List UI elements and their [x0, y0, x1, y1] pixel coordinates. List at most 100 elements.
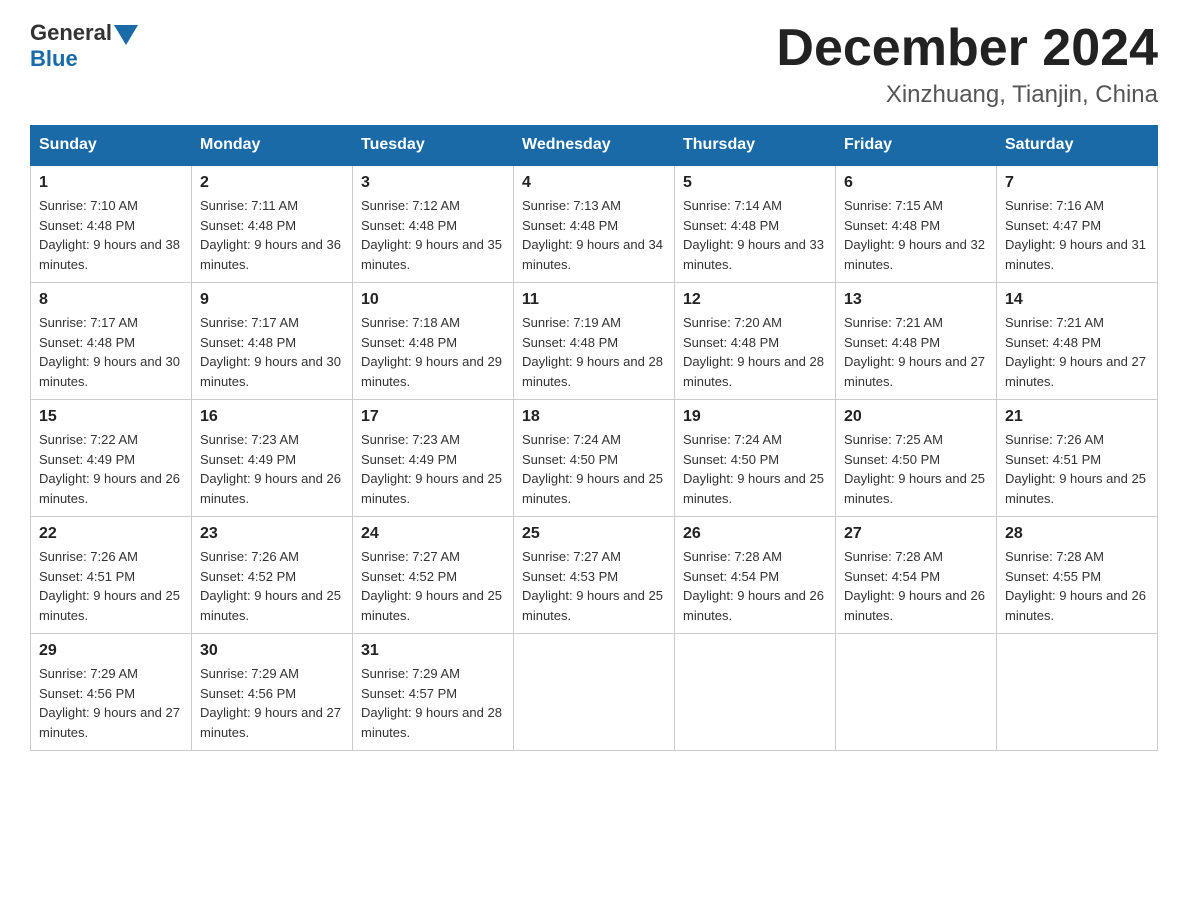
calendar-cell: 2 Sunrise: 7:11 AMSunset: 4:48 PMDaylight…	[192, 165, 353, 283]
day-number: 9	[200, 291, 344, 309]
day-info: Sunrise: 7:21 AMSunset: 4:48 PMDaylight:…	[1005, 313, 1149, 391]
calendar-cell: 13Sunrise: 7:21 AMSunset: 4:48 PMDayligh…	[836, 283, 997, 400]
day-number: 19	[683, 408, 827, 426]
day-info: Sunrise: 7:12 AMSunset: 4:48 PMDaylight:…	[361, 196, 505, 274]
day-number: 8	[39, 291, 183, 309]
calendar-cell: 18 Sunrise: 7:24 AMSunset: 4:50 PMDayligh…	[514, 400, 675, 517]
day-info: Sunrise: 7:26 AMSunset: 4:51 PMDaylight:…	[1005, 430, 1149, 508]
calendar-cell: 29 Sunrise: 7:29 AMSunset: 4:56 PMDayligh…	[31, 634, 192, 751]
day-info: Sunrise: 7:27 AMSunset: 4:53 PMDaylight:…	[522, 547, 666, 625]
weekday-header-sunday: Sunday	[31, 126, 192, 166]
calendar-cell: 31 Sunrise: 7:29 AMSunset: 4:57 PMDayligh…	[353, 634, 514, 751]
day-number: 23	[200, 525, 344, 543]
calendar-cell: 28 Sunrise: 7:28 AMSunset: 4:55 PMDayligh…	[997, 517, 1158, 634]
calendar-cell	[836, 634, 997, 751]
calendar-cell: 24 Sunrise: 7:27 AMSunset: 4:52 PMDayligh…	[353, 517, 514, 634]
logo-general-text: General	[30, 20, 112, 46]
day-number: 1	[39, 174, 183, 192]
day-info: Sunrise: 7:20 AMSunset: 4:48 PMDaylight:…	[683, 313, 827, 391]
day-number: 13	[844, 291, 988, 309]
calendar-week-row: 1 Sunrise: 7:10 AMSunset: 4:48 PMDaylight…	[31, 165, 1158, 283]
day-info: Sunrise: 7:29 AMSunset: 4:56 PMDaylight:…	[200, 664, 344, 742]
day-info: Sunrise: 7:28 AMSunset: 4:54 PMDaylight:…	[844, 547, 988, 625]
month-title: December 2024	[776, 20, 1158, 77]
day-info: Sunrise: 7:28 AMSunset: 4:55 PMDaylight:…	[1005, 547, 1149, 625]
calendar-cell: 23Sunrise: 7:26 AMSunset: 4:52 PMDayligh…	[192, 517, 353, 634]
calendar-cell: 14 Sunrise: 7:21 AMSunset: 4:48 PMDayligh…	[997, 283, 1158, 400]
day-info: Sunrise: 7:17 AMSunset: 4:48 PMDaylight:…	[39, 313, 183, 391]
day-number: 17	[361, 408, 505, 426]
day-info: Sunrise: 7:17 AMSunset: 4:48 PMDaylight:…	[200, 313, 344, 391]
calendar-cell	[514, 634, 675, 751]
calendar-cell: 19Sunrise: 7:24 AMSunset: 4:50 PMDayligh…	[675, 400, 836, 517]
day-number: 15	[39, 408, 183, 426]
calendar-cell: 12 Sunrise: 7:20 AMSunset: 4:48 PMDayligh…	[675, 283, 836, 400]
day-info: Sunrise: 7:18 AMSunset: 4:48 PMDaylight:…	[361, 313, 505, 391]
calendar-cell: 8 Sunrise: 7:17 AMSunset: 4:48 PMDaylight…	[31, 283, 192, 400]
day-info: Sunrise: 7:27 AMSunset: 4:52 PMDaylight:…	[361, 547, 505, 625]
day-info: Sunrise: 7:10 AMSunset: 4:48 PMDaylight:…	[39, 196, 183, 274]
calendar-cell: 21Sunrise: 7:26 AMSunset: 4:51 PMDayligh…	[997, 400, 1158, 517]
weekday-header-friday: Friday	[836, 126, 997, 166]
calendar-cell: 7Sunrise: 7:16 AMSunset: 4:47 PMDaylight…	[997, 165, 1158, 283]
calendar-cell: 1 Sunrise: 7:10 AMSunset: 4:48 PMDaylight…	[31, 165, 192, 283]
day-info: Sunrise: 7:26 AMSunset: 4:51 PMDaylight:…	[39, 547, 183, 625]
day-number: 16	[200, 408, 344, 426]
location-title: Xinzhuang, Tianjin, China	[776, 81, 1158, 109]
day-number: 30	[200, 642, 344, 660]
day-number: 25	[522, 525, 666, 543]
calendar-cell: 4 Sunrise: 7:13 AMSunset: 4:48 PMDaylight…	[514, 165, 675, 283]
calendar-cell: 25 Sunrise: 7:27 AMSunset: 4:53 PMDayligh…	[514, 517, 675, 634]
calendar-cell: 22Sunrise: 7:26 AMSunset: 4:51 PMDayligh…	[31, 517, 192, 634]
day-number: 28	[1005, 525, 1149, 543]
day-number: 4	[522, 174, 666, 192]
day-number: 2	[200, 174, 344, 192]
day-info: Sunrise: 7:14 AMSunset: 4:48 PMDaylight:…	[683, 196, 827, 274]
day-info: Sunrise: 7:16 AMSunset: 4:47 PMDaylight:…	[1005, 196, 1149, 274]
day-number: 6	[844, 174, 988, 192]
calendar-cell: 10 Sunrise: 7:18 AMSunset: 4:48 PMDayligh…	[353, 283, 514, 400]
day-number: 11	[522, 291, 666, 309]
weekday-header-thursday: Thursday	[675, 126, 836, 166]
day-info: Sunrise: 7:24 AMSunset: 4:50 PMDaylight:…	[522, 430, 666, 508]
day-info: Sunrise: 7:29 AMSunset: 4:57 PMDaylight:…	[361, 664, 505, 742]
page-header: General Blue December 2024 Xinzhuang, Ti…	[30, 20, 1158, 109]
day-number: 20	[844, 408, 988, 426]
day-number: 24	[361, 525, 505, 543]
day-info: Sunrise: 7:13 AMSunset: 4:48 PMDaylight:…	[522, 196, 666, 274]
calendar-week-row: 15 Sunrise: 7:22 AMSunset: 4:49 PMDayligh…	[31, 400, 1158, 517]
day-info: Sunrise: 7:15 AMSunset: 4:48 PMDaylight:…	[844, 196, 988, 274]
weekday-header-monday: Monday	[192, 126, 353, 166]
day-number: 12	[683, 291, 827, 309]
calendar-table: SundayMondayTuesdayWednesdayThursdayFrid…	[30, 125, 1158, 751]
calendar-cell: 6 Sunrise: 7:15 AMSunset: 4:48 PMDaylight…	[836, 165, 997, 283]
calendar-cell	[675, 634, 836, 751]
calendar-cell: 9 Sunrise: 7:17 AMSunset: 4:48 PMDaylight…	[192, 283, 353, 400]
logo: General Blue	[30, 20, 138, 72]
calendar-cell: 5Sunrise: 7:14 AMSunset: 4:48 PMDaylight…	[675, 165, 836, 283]
calendar-cell: 26Sunrise: 7:28 AMSunset: 4:54 PMDayligh…	[675, 517, 836, 634]
day-info: Sunrise: 7:23 AMSunset: 4:49 PMDaylight:…	[361, 430, 505, 508]
day-number: 18	[522, 408, 666, 426]
day-number: 29	[39, 642, 183, 660]
day-info: Sunrise: 7:22 AMSunset: 4:49 PMDaylight:…	[39, 430, 183, 508]
calendar-cell: 11 Sunrise: 7:19 AMSunset: 4:48 PMDayligh…	[514, 283, 675, 400]
day-info: Sunrise: 7:11 AMSunset: 4:48 PMDaylight:…	[200, 196, 344, 274]
calendar-cell: 30 Sunrise: 7:29 AMSunset: 4:56 PMDayligh…	[192, 634, 353, 751]
weekday-header-row: SundayMondayTuesdayWednesdayThursdayFrid…	[31, 126, 1158, 166]
day-info: Sunrise: 7:25 AMSunset: 4:50 PMDaylight:…	[844, 430, 988, 508]
day-number: 31	[361, 642, 505, 660]
day-number: 27	[844, 525, 988, 543]
day-info: Sunrise: 7:19 AMSunset: 4:48 PMDaylight:…	[522, 313, 666, 391]
day-number: 3	[361, 174, 505, 192]
logo-blue-text: Blue	[30, 46, 78, 72]
day-info: Sunrise: 7:29 AMSunset: 4:56 PMDaylight:…	[39, 664, 183, 742]
weekday-header-wednesday: Wednesday	[514, 126, 675, 166]
logo-triangle-icon	[114, 25, 138, 45]
day-number: 10	[361, 291, 505, 309]
calendar-cell: 15 Sunrise: 7:22 AMSunset: 4:49 PMDayligh…	[31, 400, 192, 517]
day-number: 14	[1005, 291, 1149, 309]
calendar-cell: 20 Sunrise: 7:25 AMSunset: 4:50 PMDayligh…	[836, 400, 997, 517]
calendar-week-row: 29 Sunrise: 7:29 AMSunset: 4:56 PMDayligh…	[31, 634, 1158, 751]
weekday-header-saturday: Saturday	[997, 126, 1158, 166]
